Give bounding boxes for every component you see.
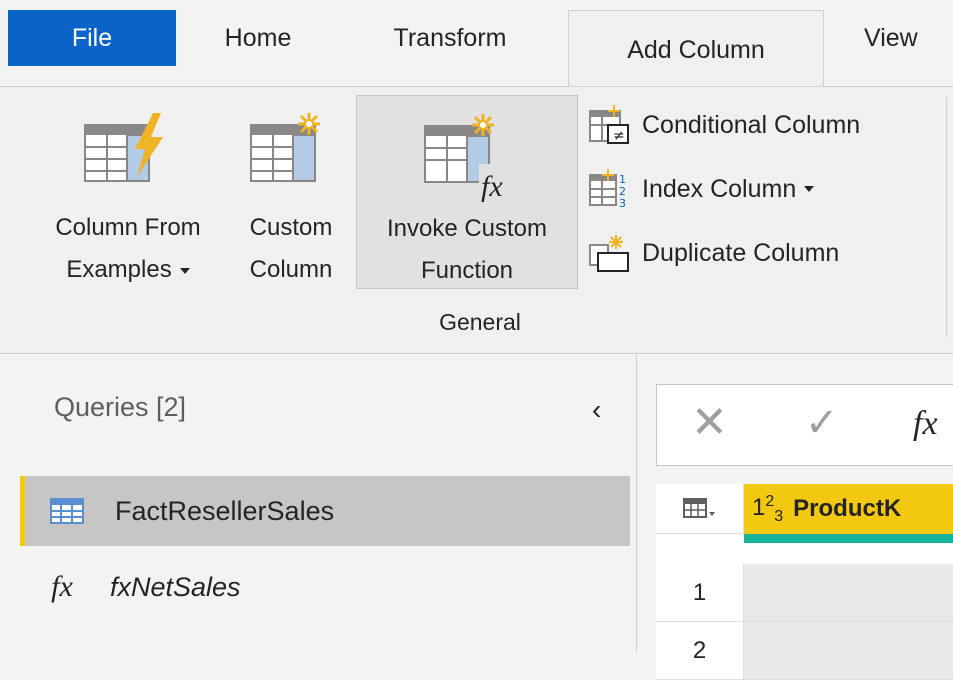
invoke-custom-function-label-2: Function <box>420 257 514 284</box>
svg-text:≠: ≠ <box>613 128 625 144</box>
query-item-label: FactResellerSales <box>115 495 335 526</box>
tab-file[interactable]: File <box>8 10 176 66</box>
chevron-down-icon <box>179 267 190 274</box>
conditional-column-button[interactable]: ≠ Conditional Column <box>586 105 860 145</box>
table-cell[interactable] <box>744 622 953 680</box>
column-header-productkey[interactable]: 123 ProductK <box>744 484 953 534</box>
cancel-icon[interactable]: ✕ <box>691 401 728 445</box>
query-item-factresellersales[interactable]: FactResellerSales <box>20 476 630 546</box>
column-from-examples-icon <box>83 111 173 201</box>
table-menu-icon[interactable] <box>656 484 744 534</box>
duplicate-column-icon <box>586 233 634 273</box>
chevron-down-icon[interactable] <box>804 186 815 192</box>
function-icon: fx <box>51 570 73 603</box>
ribbon-group-label: General <box>439 309 521 335</box>
invoke-custom-function-icon: fx <box>419 112 515 216</box>
column-from-examples-label-1: Column From <box>55 214 201 241</box>
column-from-examples-label-2: Examples <box>66 256 172 283</box>
table-icon <box>45 498 89 524</box>
custom-column-icon <box>249 111 333 201</box>
row-number[interactable]: 2 <box>656 622 744 680</box>
svg-text:fx: fx <box>481 170 503 202</box>
custom-column-label-1: Custom <box>249 214 333 241</box>
table-cell[interactable] <box>744 564 953 622</box>
duplicate-column-button[interactable]: Duplicate Column <box>586 233 839 273</box>
duplicate-column-label: Duplicate Column <box>642 238 840 267</box>
custom-column-button[interactable]: Custom Column <box>232 95 350 289</box>
formula-bar: ✕ ✓ fx <box>656 384 953 466</box>
index-column-button[interactable]: 1 2 3 Index Column <box>586 169 815 210</box>
tab-add-column[interactable]: Add Column <box>568 10 824 90</box>
queries-title: Queries [2] <box>54 392 187 422</box>
ribbon-separator <box>946 97 947 337</box>
ribbon-tab-bar: File Home Transform Add Column View <box>0 0 953 90</box>
data-grid: 123 ProductK 1 2 <box>656 484 953 680</box>
tab-transform[interactable]: Transform <box>350 10 550 66</box>
invoke-custom-function-label-1: Invoke Custom <box>386 215 548 242</box>
queries-pane: Queries [2] ‹ FactResellerSales fx fxNet… <box>0 354 636 653</box>
tab-view[interactable]: View <box>842 10 953 66</box>
conditional-column-icon: ≠ <box>586 105 634 145</box>
fx-icon[interactable]: fx <box>913 405 938 443</box>
index-column-icon: 1 2 3 <box>586 169 634 210</box>
commit-icon[interactable]: ✓ <box>805 403 839 443</box>
row-number[interactable]: 1 <box>656 564 744 622</box>
tab-home[interactable]: Home <box>192 10 324 66</box>
pane-divider[interactable] <box>636 354 637 653</box>
query-item-fxnetsales[interactable]: fx fxNetSales <box>20 552 630 622</box>
column-header-label: ProductK <box>793 495 902 522</box>
invoke-custom-function-button[interactable]: fx Invoke Custom Function <box>356 95 578 289</box>
column-quality-bar <box>744 534 953 543</box>
index-column-label: Index Column <box>642 174 797 203</box>
whole-number-type-icon[interactable]: 123 <box>752 493 783 526</box>
conditional-column-label: Conditional Column <box>642 110 861 139</box>
svg-text:3: 3 <box>619 197 626 209</box>
query-item-label: fxNetSales <box>110 571 241 602</box>
custom-column-label-2: Column <box>249 256 333 283</box>
ribbon-panel: Column From Examples Custom Column fx In… <box>0 86 953 354</box>
collapse-pane-icon[interactable]: ‹ <box>592 394 601 426</box>
column-from-examples-button[interactable]: Column From Examples <box>28 95 228 289</box>
